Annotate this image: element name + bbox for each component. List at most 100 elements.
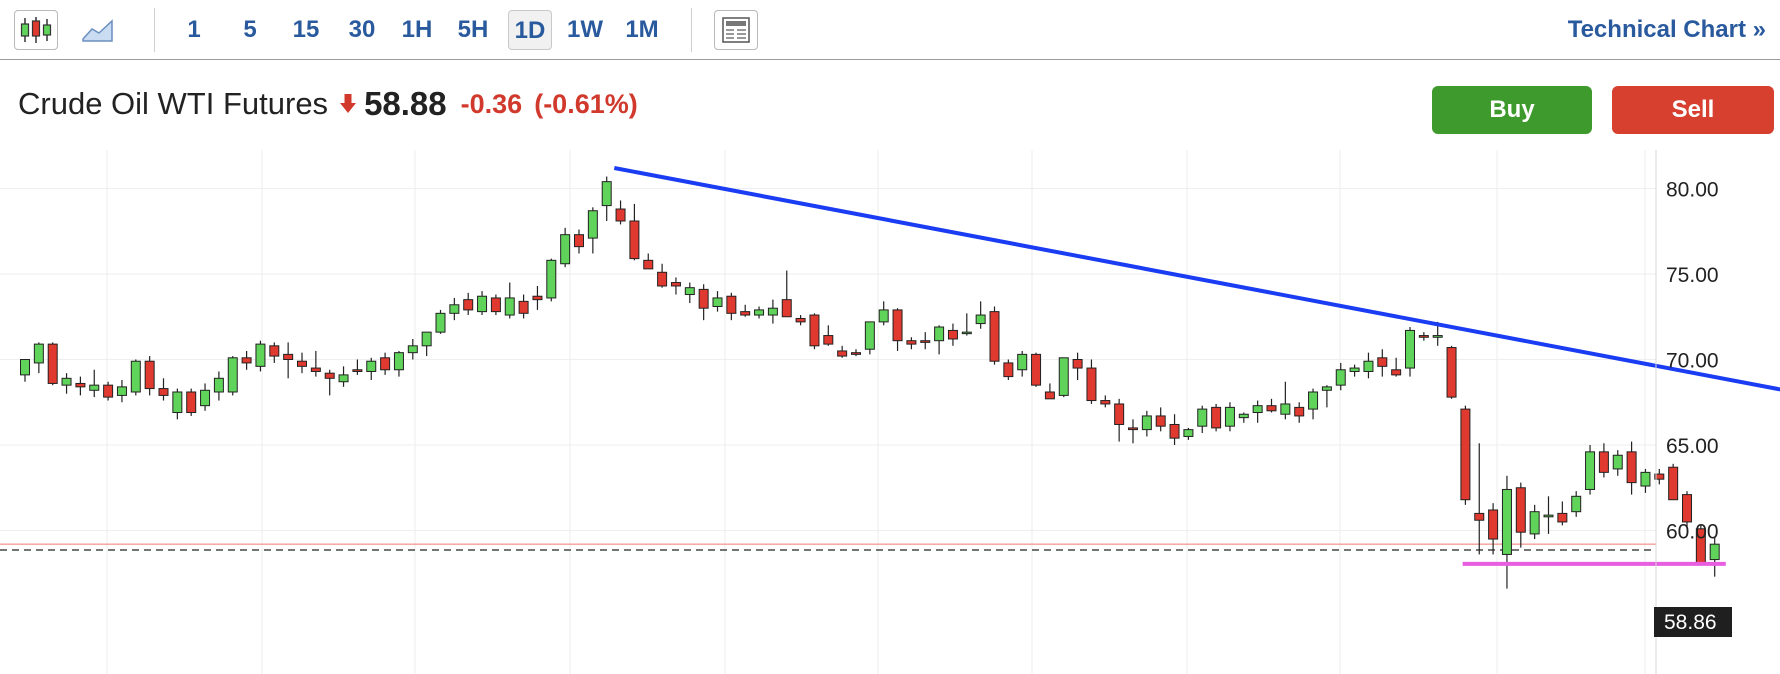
timeframe-1-day[interactable]: 1D xyxy=(508,10,552,50)
candle-up xyxy=(1585,451,1596,490)
candle-down xyxy=(851,352,861,355)
price-axis-tick-label: 80.00 xyxy=(1666,179,1719,202)
candle-up xyxy=(213,377,224,393)
price-axis-tick-label: 75.00 xyxy=(1666,264,1719,287)
candle-down xyxy=(1044,391,1055,400)
candle-up xyxy=(587,210,598,239)
candle-down xyxy=(615,208,626,222)
timeframe-1-minute[interactable]: 1 xyxy=(176,10,212,50)
timeframe-5-hours[interactable]: 5H xyxy=(451,10,495,50)
toolbar-divider xyxy=(691,8,692,52)
price-chart[interactable]: 80.00 75.00 70.00 65.00 60.00 58.86 xyxy=(0,150,1780,674)
price-change-percent: (-0.61%) xyxy=(534,88,638,119)
timeframe-1-week[interactable]: 1W xyxy=(563,10,607,50)
price-reference-lines xyxy=(0,543,1656,551)
timeframe-5-minutes[interactable]: 5 xyxy=(232,10,268,50)
candle-down xyxy=(1155,415,1166,427)
candle-up xyxy=(130,360,141,393)
sell-button[interactable]: Sell xyxy=(1612,86,1774,134)
candle-down xyxy=(380,357,391,371)
candle-down xyxy=(1266,405,1277,412)
candle-down xyxy=(1377,357,1388,367)
candle-up xyxy=(1543,514,1554,518)
candle-down xyxy=(103,384,114,398)
candlestick-icon[interactable] xyxy=(14,10,58,50)
chart-grid xyxy=(0,150,1656,674)
last-price-tag: 58.86 xyxy=(1654,607,1732,637)
candle-up xyxy=(116,386,127,396)
candle-down xyxy=(892,309,903,342)
candle-up xyxy=(601,181,612,207)
candle-down xyxy=(463,299,474,311)
candle-up xyxy=(477,295,488,313)
candle-down xyxy=(629,220,640,260)
price-axis-tick-label: 60.00 xyxy=(1666,521,1719,544)
candle-down xyxy=(1031,353,1042,386)
candle-up xyxy=(767,307,778,316)
candle-up xyxy=(393,352,404,371)
candle-down xyxy=(906,340,917,345)
candle-up xyxy=(1238,413,1249,419)
candle-down xyxy=(269,345,280,357)
candle-down xyxy=(352,369,363,372)
technical-chart-link[interactable]: Technical Chart » xyxy=(1568,10,1766,50)
candle-up xyxy=(1709,543,1720,561)
candle-down xyxy=(310,367,321,372)
buy-button[interactable]: Buy xyxy=(1432,86,1592,134)
timeframe-15-minutes[interactable]: 15 xyxy=(286,10,326,50)
candle-up xyxy=(878,309,889,323)
candle-down xyxy=(837,350,848,357)
technical-chart-label: Technical Chart xyxy=(1567,16,1746,43)
candle-down xyxy=(297,360,307,367)
timeframe-1-hour[interactable]: 1H xyxy=(396,10,438,50)
candle-up xyxy=(1308,391,1319,410)
candle-up xyxy=(1058,357,1069,396)
downtrend-line[interactable] xyxy=(613,166,1780,392)
candle-down xyxy=(1114,403,1125,425)
candle-up xyxy=(421,331,432,347)
price-axis-tick-label: 70.00 xyxy=(1666,350,1719,373)
candle-down xyxy=(989,311,1000,362)
candle-up xyxy=(61,377,72,386)
candle-up xyxy=(1197,408,1208,427)
candle-down xyxy=(947,329,958,340)
candle-down xyxy=(1682,494,1692,523)
candle-up xyxy=(546,259,557,299)
candle-up xyxy=(754,309,765,316)
candle-up xyxy=(1252,405,1263,414)
chart-toolbar: 1 5 15 30 1H 5H 1D 1W 1M Technical Chart… xyxy=(0,0,1780,60)
candle-down xyxy=(1515,487,1526,533)
candle-down xyxy=(1460,408,1471,501)
candle-down xyxy=(241,357,252,364)
candle-down xyxy=(518,300,529,314)
candle-up xyxy=(1141,415,1152,431)
candle-down xyxy=(1211,406,1222,429)
candle-down xyxy=(643,259,654,270)
candle-up xyxy=(1017,353,1028,371)
candle-down xyxy=(1072,359,1083,369)
toolbar-divider xyxy=(154,8,155,52)
candle-down xyxy=(1418,335,1429,338)
candle-up xyxy=(1321,386,1332,391)
candle-up xyxy=(435,312,446,333)
candle-up xyxy=(89,384,100,391)
double-chevron-right-icon: » xyxy=(1752,16,1766,43)
candle-up xyxy=(1571,495,1582,513)
timeframe-30-minutes[interactable]: 30 xyxy=(341,10,383,50)
instrument-name: Crude Oil WTI Futures xyxy=(18,86,329,121)
candle-down xyxy=(698,288,709,309)
candle-up xyxy=(200,389,211,407)
candle-down xyxy=(920,340,931,343)
candle-down xyxy=(324,372,335,379)
candle-up xyxy=(864,321,875,350)
candle-down xyxy=(1488,509,1499,540)
area-chart-icon[interactable] xyxy=(76,10,120,50)
candle-down xyxy=(1169,423,1180,439)
candle-down xyxy=(186,391,197,414)
timeframe-1-month[interactable]: 1M xyxy=(618,10,666,50)
candle-up xyxy=(1335,369,1346,386)
candle-up xyxy=(975,314,986,325)
news-layout-icon[interactable] xyxy=(714,10,758,50)
candle-up xyxy=(407,345,418,354)
candle-up xyxy=(684,287,695,296)
